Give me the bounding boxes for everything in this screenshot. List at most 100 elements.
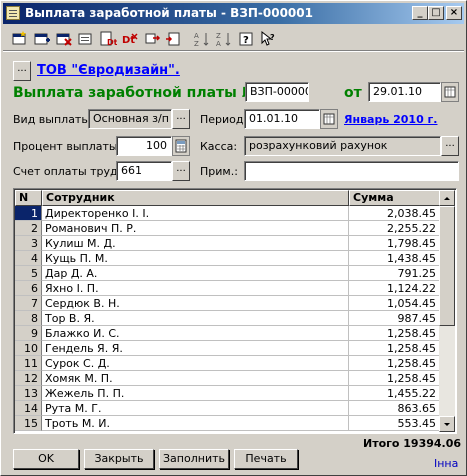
employee-cell[interactable]: Сурок С. Д.	[42, 356, 349, 371]
employee-cell[interactable]: Хомяк М. П.	[42, 371, 349, 386]
row-number[interactable]: 4	[15, 251, 42, 266]
help-pointer-icon[interactable]: ?	[259, 30, 277, 48]
table-row[interactable]: 10 Гендель Я. Я. 1,258.45	[15, 341, 440, 356]
fill-button[interactable]: Заполнить	[159, 449, 229, 469]
employee-cell[interactable]: Сердюк В. Н.	[42, 296, 349, 311]
close-button[interactable]: ×	[446, 6, 462, 20]
table-row[interactable]: 14 Рута М. Г. 863.65	[15, 401, 440, 416]
post-icon[interactable]	[77, 30, 95, 48]
sum-cell[interactable]: 1,258.45	[349, 326, 440, 341]
new-icon[interactable]	[11, 30, 29, 48]
sort-desc-icon[interactable]: ZA	[215, 30, 233, 48]
calendar-icon[interactable]	[441, 82, 459, 102]
table-row[interactable]: 7 Сердюк В. Н. 1,054.45	[15, 296, 440, 311]
sum-cell[interactable]: 1,124.22	[349, 281, 440, 296]
row-number[interactable]: 11	[15, 356, 42, 371]
dt-kt-icon[interactable]: Dt	[121, 30, 139, 48]
close-window-button[interactable]: Закрыть	[84, 449, 154, 469]
table-row[interactable]: 11 Сурок С. Д. 1,258.45	[15, 356, 440, 371]
vertical-scrollbar[interactable]	[439, 190, 455, 432]
sum-cell[interactable]: 1,798.45	[349, 236, 440, 251]
sum-cell[interactable]: 1,455.22	[349, 386, 440, 401]
sum-cell[interactable]: 1,054.45	[349, 296, 440, 311]
row-number[interactable]: 2	[15, 221, 42, 236]
scroll-down-icon[interactable]	[439, 416, 455, 432]
print-icon[interactable]	[165, 30, 183, 48]
row-number[interactable]: 15	[15, 416, 42, 431]
cash-field[interactable]: розрахунковий рахунок	[244, 136, 441, 156]
scroll-thumb[interactable]	[439, 206, 455, 326]
row-number[interactable]: 7	[15, 296, 42, 311]
row-number[interactable]: 9	[15, 326, 42, 341]
doc-number-field[interactable]: ВЗП-000001	[245, 82, 309, 102]
table-row[interactable]: 2 Романович П. Р. 2,255.22	[15, 221, 440, 236]
row-number[interactable]: 12	[15, 371, 42, 386]
employee-cell[interactable]: Кущь П. М.	[42, 251, 349, 266]
table-row[interactable]: 5 Дар Д. А. 791.25	[15, 266, 440, 281]
employee-cell[interactable]: Гендель Я. Я.	[42, 341, 349, 356]
sort-asc-icon[interactable]: AZ	[193, 30, 211, 48]
account-field[interactable]: 661	[116, 161, 172, 181]
employee-cell[interactable]: Директоренко І. І.	[42, 206, 349, 221]
cash-select-button[interactable]: ...	[441, 136, 459, 156]
table-row[interactable]: 8 Тор В. Я. 987.45	[15, 311, 440, 326]
pay-type-select-button[interactable]: ...	[172, 109, 190, 129]
table-row[interactable]: 3 Кулиш М. Д. 1,798.45	[15, 236, 440, 251]
employee-cell[interactable]: Тор В. Я.	[42, 311, 349, 326]
calculator-icon[interactable]	[172, 136, 190, 156]
employee-cell[interactable]: Блажко И. С.	[42, 326, 349, 341]
period-link[interactable]: Январь 2010 г.	[344, 113, 437, 126]
doc-date-field[interactable]: 29.01.10	[368, 82, 441, 102]
table-row[interactable]: 4 Кущь П. М. 1,438.45	[15, 251, 440, 266]
sum-cell[interactable]: 1,438.45	[349, 251, 440, 266]
table-row[interactable]: 15 Троть М. И. 553.45	[15, 416, 440, 431]
employee-cell[interactable]: Троть М. И.	[42, 416, 349, 431]
column-header-employee[interactable]: Сотрудник	[42, 190, 349, 206]
employee-cell[interactable]: Кулиш М. Д.	[42, 236, 349, 251]
table-row[interactable]: 6 Яхно І. П. 1,124.22	[15, 281, 440, 296]
copy-icon[interactable]	[33, 30, 51, 48]
help-icon[interactable]: ?	[237, 30, 255, 48]
ok-button[interactable]: OK	[13, 449, 79, 469]
employee-cell[interactable]: Рута М. Г.	[42, 401, 349, 416]
minimize-button[interactable]: _	[412, 6, 428, 20]
row-number[interactable]: 14	[15, 401, 42, 416]
row-number[interactable]: 13	[15, 386, 42, 401]
calendar-icon[interactable]	[320, 109, 338, 129]
sum-cell[interactable]: 1,258.45	[349, 371, 440, 386]
row-number[interactable]: 5	[15, 266, 42, 281]
title-bar[interactable]: Выплата заработной платы - ВЗП-000001 _ …	[3, 3, 464, 24]
employee-cell[interactable]: Яхно І. П.	[42, 281, 349, 296]
row-number[interactable]: 10	[15, 341, 42, 356]
delete-icon[interactable]	[55, 30, 73, 48]
table-row[interactable]: 1 Директоренко І. І. 2,038.45	[15, 206, 440, 221]
sum-cell[interactable]: 987.45	[349, 311, 440, 326]
sum-cell[interactable]: 1,258.45	[349, 341, 440, 356]
column-header-n[interactable]: N	[15, 190, 42, 206]
sum-cell[interactable]: 2,255.22	[349, 221, 440, 236]
row-number[interactable]: 8	[15, 311, 42, 326]
employee-cell[interactable]: Дар Д. А.	[42, 266, 349, 281]
period-field[interactable]: 01.01.10	[244, 109, 320, 129]
column-header-sum[interactable]: Сумма	[349, 190, 440, 206]
employee-cell[interactable]: Романович П. Р.	[42, 221, 349, 236]
sum-cell[interactable]: 2,038.45	[349, 206, 440, 221]
table-row[interactable]: 9 Блажко И. С. 1,258.45	[15, 326, 440, 341]
row-number[interactable]: 3	[15, 236, 42, 251]
sum-cell[interactable]: 1,258.45	[349, 356, 440, 371]
table-row[interactable]: 12 Хомяк М. П. 1,258.45	[15, 371, 440, 386]
employee-table[interactable]: N Сотрудник Сумма 1 Директоренко І. І. 2,0…	[13, 188, 457, 434]
employee-cell[interactable]: Жежель П. П.	[42, 386, 349, 401]
structure-icon[interactable]	[143, 30, 161, 48]
organization-link[interactable]: ТОВ "Євродизайн".	[37, 63, 180, 78]
row-number[interactable]: 6	[15, 281, 42, 296]
note-field[interactable]	[244, 161, 459, 181]
sum-cell[interactable]: 863.65	[349, 401, 440, 416]
account-select-button[interactable]: ...	[172, 161, 190, 181]
maximize-button[interactable]: □	[428, 6, 444, 20]
sum-cell[interactable]: 791.25	[349, 266, 440, 281]
unpost-icon[interactable]: Dt	[99, 30, 118, 48]
row-number[interactable]: 1	[15, 206, 42, 221]
percent-field[interactable]: 100	[116, 136, 172, 156]
sum-cell[interactable]: 553.45	[349, 416, 440, 431]
